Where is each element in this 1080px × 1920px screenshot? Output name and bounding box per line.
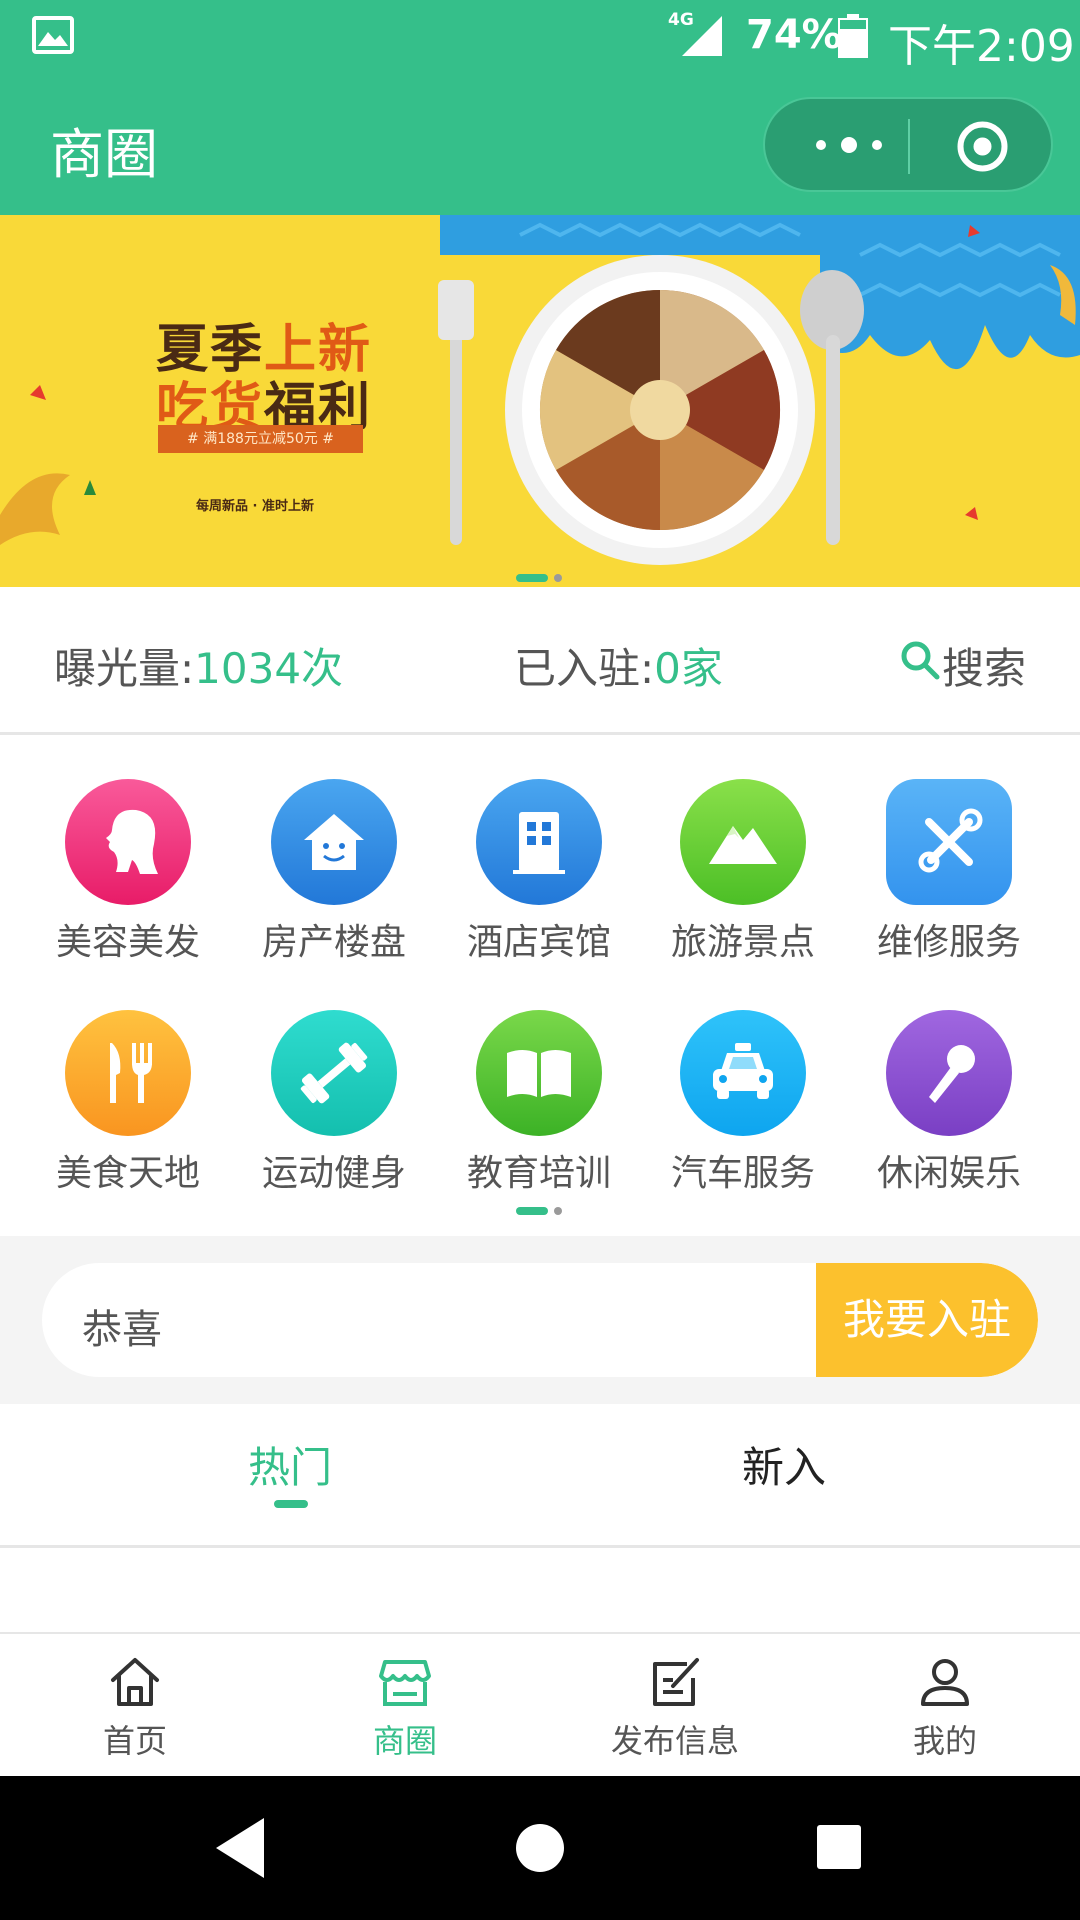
mountain-icon	[680, 779, 806, 905]
hotel-icon	[476, 779, 602, 905]
home-icon	[111, 1658, 159, 1706]
page-dot-active	[516, 574, 548, 582]
nav-home[interactable]: 首页	[0, 1634, 270, 1778]
clock: 下午2:09	[888, 21, 1075, 72]
page-dot	[554, 1207, 562, 1215]
category-auto[interactable]: 汽车服务	[653, 1010, 833, 1196]
promo-banner[interactable]: 夏季上新 吃货福利 # 满188元立减50元 # 每周新品 · 准时上新	[0, 215, 1080, 587]
search-icon	[901, 641, 940, 680]
tab-indicator	[274, 1500, 308, 1508]
category-label: 美容美发	[55, 922, 200, 963]
category-label: 美食天地	[55, 1153, 200, 1194]
store-icon	[379, 1660, 431, 1706]
category-grid: 美容美发 房产楼盘 酒店宾馆 旅游景点 维修服务 美食天地 运动健身 教育培训 …	[0, 738, 1080, 1236]
list-tabs: 热门 新入	[0, 1404, 1080, 1548]
status-bar: 4G 74% 下午2:09	[0, 0, 1080, 72]
taxi-icon	[680, 1010, 806, 1136]
tools-icon	[886, 779, 1012, 905]
category-hotel[interactable]: 酒店宾馆	[449, 779, 629, 965]
page-dot-active	[516, 1207, 548, 1215]
edit-icon	[653, 1658, 699, 1706]
category-label: 房产楼盘	[261, 922, 406, 963]
banner-pagination	[516, 567, 562, 586]
page-title: 商圈	[50, 123, 158, 186]
category-label: 教育培训	[466, 1153, 611, 1194]
capsule-divider	[908, 119, 910, 174]
joined-stat: 已入驻:0家	[514, 644, 723, 693]
beauty-icon	[65, 779, 191, 905]
cutlery-icon	[65, 1010, 191, 1136]
category-beauty[interactable]: 美容美发	[38, 779, 218, 965]
house-icon	[271, 779, 397, 905]
category-label: 运动健身	[261, 1153, 406, 1194]
title-bar: 商圈	[0, 72, 1080, 215]
dumbbell-icon	[271, 1010, 397, 1136]
banner-subtitle: 每周新品 · 准时上新	[196, 499, 314, 514]
back-icon[interactable]	[212, 1816, 268, 1880]
join-bar: 恭喜 我要入驻	[42, 1263, 1038, 1377]
book-icon	[476, 1010, 602, 1136]
more-icon[interactable]	[805, 123, 905, 168]
category-label: 酒店宾馆	[466, 922, 611, 963]
bottom-nav: 首页 商圈 发布信息 我的	[0, 1632, 1080, 1776]
category-repair[interactable]: 维修服务	[859, 779, 1039, 965]
join-button[interactable]: 我要入驻	[816, 1263, 1038, 1377]
nav-mine[interactable]: 我的	[810, 1634, 1080, 1778]
exposure-stat: 曝光量:1034次	[54, 644, 344, 693]
home-circle-icon[interactable]	[514, 1822, 566, 1874]
category-label: 旅游景点	[670, 922, 815, 963]
system-nav-bar	[0, 1776, 1080, 1920]
nav-business[interactable]: 商圈	[270, 1634, 540, 1778]
page-dot	[554, 574, 562, 582]
category-label: 休闲娱乐	[876, 1153, 1021, 1194]
category-education[interactable]: 教育培训	[449, 1010, 629, 1196]
category-leisure[interactable]: 休闲娱乐	[859, 1010, 1039, 1196]
tab-hot[interactable]: 热门	[248, 1434, 332, 1495]
category-fitness[interactable]: 运动健身	[244, 1010, 424, 1196]
close-target-icon[interactable]	[955, 119, 1010, 174]
stats-row: 曝光量:1034次 已入驻:0家 搜索	[0, 587, 1080, 735]
category-real-estate[interactable]: 房产楼盘	[244, 779, 424, 965]
signal-icon	[682, 16, 722, 56]
mini-program-capsule	[763, 97, 1053, 192]
microphone-icon	[886, 1010, 1012, 1136]
battery-percent: 74%	[746, 12, 842, 58]
tab-new[interactable]: 新入	[742, 1434, 826, 1495]
user-icon	[921, 1659, 969, 1706]
category-label: 汽车服务	[670, 1153, 815, 1194]
search-button[interactable]: 搜索	[900, 635, 1026, 696]
grid-pagination	[516, 1200, 562, 1219]
battery-icon	[838, 14, 868, 58]
category-food[interactable]: 美食天地	[38, 1010, 218, 1196]
join-section: 恭喜 我要入驻	[0, 1236, 1080, 1404]
nav-publish[interactable]: 发布信息	[540, 1634, 810, 1778]
photo-icon	[32, 16, 74, 54]
category-tourism[interactable]: 旅游景点	[653, 779, 833, 965]
join-ticker: 恭喜	[82, 1307, 162, 1353]
banner-coupon-tag: # 满188元立减50元 #	[158, 425, 363, 453]
recents-icon[interactable]	[816, 1824, 862, 1870]
category-label: 维修服务	[876, 922, 1021, 963]
